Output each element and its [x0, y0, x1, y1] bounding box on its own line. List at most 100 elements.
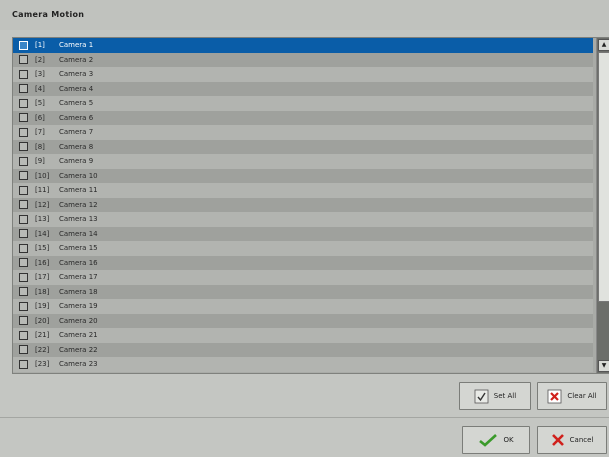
camera-list-row[interactable]: [23] Camera 23: [13, 357, 593, 372]
camera-checkbox[interactable]: [19, 359, 28, 369]
camera-checkbox[interactable]: [19, 258, 28, 268]
ok-button[interactable]: OK: [462, 426, 530, 454]
camera-index: [21]: [35, 331, 50, 340]
camera-checkbox[interactable]: [19, 40, 28, 50]
camera-list-row[interactable]: [7] Camera 7: [13, 125, 593, 140]
camera-index: [10]: [35, 171, 50, 180]
camera-index: [3]: [35, 70, 45, 79]
camera-list-row[interactable]: [8] Camera 8: [13, 139, 593, 154]
list-scrollbar[interactable]: ▲ ▼: [596, 38, 609, 373]
camera-list-row[interactable]: [12] Camera 12: [13, 197, 593, 212]
camera-checkbox[interactable]: [19, 330, 28, 340]
camera-list-row[interactable]: [4] Camera 4: [13, 81, 593, 96]
green-check-icon: [478, 433, 498, 447]
camera-index: [16]: [35, 258, 50, 267]
camera-checkbox[interactable]: [19, 287, 28, 297]
camera-checkbox[interactable]: [19, 229, 28, 239]
arrow-up-icon: ▲: [601, 41, 607, 48]
camera-list-row[interactable]: [19] Camera 19: [13, 299, 593, 314]
camera-checkbox[interactable]: [19, 345, 28, 355]
camera-list-frame: [1] Camera 1 [2] Camera 2 [3] Camera 3 [4] Came…: [12, 37, 609, 374]
ok-label: OK: [503, 436, 514, 444]
set-all-button[interactable]: Set All: [459, 382, 531, 410]
camera-checkbox[interactable]: [19, 243, 28, 253]
camera-checkbox[interactable]: [19, 301, 28, 311]
camera-list-row[interactable]: [21] Camera 21: [13, 328, 593, 343]
camera-list-row[interactable]: [2] Camera 2: [13, 52, 593, 67]
camera-name: Camera 8: [59, 142, 94, 151]
camera-checkbox[interactable]: [19, 272, 28, 282]
camera-name: Camera 2: [59, 55, 94, 64]
scroll-up-button[interactable]: ▲: [598, 39, 609, 51]
camera-name: Camera 20: [59, 316, 98, 325]
camera-index: [4]: [35, 84, 45, 93]
red-x-icon: [551, 433, 565, 447]
set-all-label: Set All: [493, 392, 517, 400]
camera-checkbox[interactable]: [19, 156, 28, 166]
camera-checkbox[interactable]: [19, 200, 28, 210]
camera-index: [23]: [35, 360, 50, 369]
hand-check-icon: [474, 389, 489, 404]
camera-index: [17]: [35, 273, 50, 282]
camera-list-row[interactable]: [3] Camera 3: [13, 67, 593, 82]
camera-checkbox[interactable]: [19, 55, 28, 65]
camera-name: Camera 21: [59, 331, 98, 340]
camera-name: Camera 17: [59, 273, 98, 282]
scroll-thumb[interactable]: [598, 52, 609, 302]
cancel-button[interactable]: Cancel: [537, 426, 607, 454]
camera-name: Camera 13: [59, 215, 98, 224]
camera-list-row[interactable]: [6] Camera 6: [13, 110, 593, 125]
camera-name: Camera 11: [59, 186, 98, 195]
camera-index: [8]: [35, 142, 45, 151]
camera-list-row[interactable]: [13] Camera 13: [13, 212, 593, 227]
camera-name: Camera 1: [59, 41, 94, 50]
clear-all-label: Clear All: [567, 392, 597, 400]
clear-all-button[interactable]: Clear All: [537, 382, 607, 410]
camera-list-row[interactable]: [15] Camera 15: [13, 241, 593, 256]
camera-index: [6]: [35, 113, 45, 122]
camera-checkbox[interactable]: [19, 84, 28, 94]
camera-name: Camera 12: [59, 200, 98, 209]
camera-list-row[interactable]: [11] Camera 11: [13, 183, 593, 198]
camera-index: [15]: [35, 244, 50, 253]
camera-list-row[interactable]: [1] Camera 1: [13, 38, 593, 53]
scroll-down-button[interactable]: ▼: [598, 360, 609, 372]
camera-index: [20]: [35, 316, 50, 325]
camera-list-row[interactable]: [14] Camera 14: [13, 226, 593, 241]
camera-checkbox[interactable]: [19, 127, 28, 137]
camera-checkbox[interactable]: [19, 113, 28, 123]
camera-index: [12]: [35, 200, 50, 209]
camera-name: Camera 10: [59, 171, 98, 180]
camera-checkbox[interactable]: [19, 142, 28, 152]
camera-list-row[interactable]: [16] Camera 16: [13, 255, 593, 270]
camera-list-row[interactable]: [5] Camera 5: [13, 96, 593, 111]
camera-checkbox[interactable]: [19, 171, 28, 181]
camera-checkbox[interactable]: [19, 214, 28, 224]
camera-checkbox[interactable]: [19, 69, 28, 79]
camera-name: Camera 14: [59, 229, 98, 238]
camera-list-row[interactable]: [22] Camera 22: [13, 342, 593, 357]
camera-list-row[interactable]: [20] Camera 20: [13, 313, 593, 328]
camera-list-row[interactable]: [18] Camera 18: [13, 284, 593, 299]
camera-list-row[interactable]: [10] Camera 10: [13, 168, 593, 183]
camera-list-row[interactable]: [17] Camera 17: [13, 270, 593, 285]
camera-checkbox[interactable]: [19, 316, 28, 326]
camera-index: [14]: [35, 229, 50, 238]
camera-index: [19]: [35, 302, 50, 311]
camera-motion-dialog: Camera Motion [1] Camera 1 [2] Camera 2 [3] C…: [0, 0, 609, 457]
camera-index: [5]: [35, 99, 45, 108]
red-x-icon: [547, 389, 562, 404]
camera-list[interactable]: [1] Camera 1 [2] Camera 2 [3] Camera 3 [4] Came…: [13, 38, 593, 373]
camera-name: Camera 15: [59, 244, 98, 253]
camera-name: Camera 19: [59, 302, 98, 311]
camera-index: [13]: [35, 215, 50, 224]
camera-name: Camera 23: [59, 360, 98, 369]
camera-name: Camera 7: [59, 128, 94, 137]
camera-index: [1]: [35, 41, 45, 50]
camera-name: Camera 6: [59, 113, 94, 122]
camera-name: Camera 4: [59, 84, 94, 93]
camera-checkbox[interactable]: [19, 185, 28, 195]
camera-name: Camera 3: [59, 70, 94, 79]
camera-checkbox[interactable]: [19, 98, 28, 108]
camera-list-row[interactable]: [9] Camera 9: [13, 154, 593, 169]
